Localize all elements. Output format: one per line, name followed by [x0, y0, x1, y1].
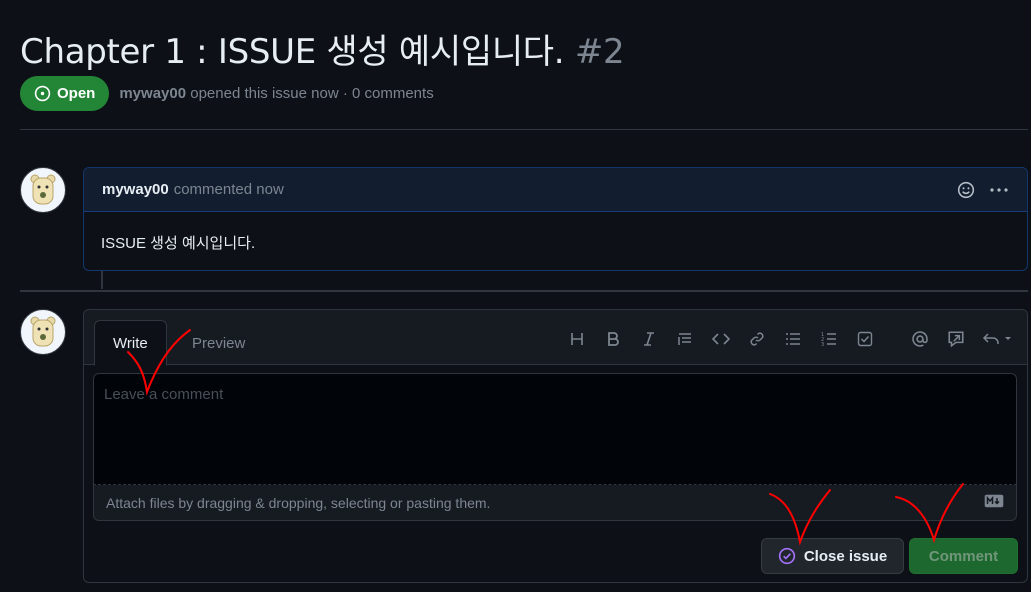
comment-time[interactable]: commented now [174, 181, 284, 198]
issue-meta: Open myway00 opened this issue now · 0 c… [20, 76, 434, 111]
markdown-icon[interactable] [984, 494, 1004, 511]
numbered-list-icon[interactable]: 123 [818, 328, 840, 350]
quote-icon[interactable] [674, 328, 696, 350]
close-issue-label: Close issue [803, 547, 888, 565]
tab-write[interactable]: Write [94, 320, 167, 366]
bulleted-list-icon[interactable] [782, 328, 804, 350]
comment-button[interactable]: Comment [909, 538, 1018, 574]
heading-icon[interactable] [566, 328, 588, 350]
bold-icon[interactable] [602, 328, 624, 350]
new-comment-editor: Write Preview 123 Attach files by draggi… [83, 309, 1028, 583]
tab-preview[interactable]: Preview [174, 320, 263, 366]
current-user-avatar[interactable] [20, 309, 66, 355]
task-list-icon[interactable] [854, 328, 876, 350]
reference-icon[interactable] [945, 328, 967, 350]
issue-number: #2 [574, 32, 625, 72]
status-badge-label: Open [57, 85, 96, 102]
bear-avatar-icon [30, 174, 56, 205]
timeline-connector [101, 271, 103, 289]
issue-title-text: Chapter 1 : ISSUE 생성 예시입니다. [20, 32, 565, 72]
link-icon[interactable] [746, 328, 768, 350]
bear-avatar-icon [30, 316, 56, 347]
comment-actions [957, 181, 1009, 199]
smiley-icon[interactable] [957, 181, 975, 199]
close-issue-button[interactable]: Close issue [761, 538, 904, 574]
avatar[interactable] [20, 167, 66, 213]
reply-icon[interactable] [981, 328, 1015, 350]
attach-files-text: Attach files by dragging & dropping, sel… [106, 494, 491, 511]
comment-card: myway00 commented now ISSUE 생성 예시입니다. [83, 167, 1028, 271]
timeline-divider [20, 290, 1028, 292]
header-divider [20, 129, 1028, 130]
svg-text:3: 3 [821, 342, 824, 347]
status-badge: Open [20, 76, 110, 111]
editor-tabbar: Write Preview 123 [84, 310, 1027, 366]
comment-textarea[interactable] [93, 373, 1017, 485]
kebab-horizontal-icon[interactable] [989, 181, 1009, 199]
issue-opened-text: opened this issue now · 0 comments [190, 85, 434, 102]
editor-extra-tools [909, 328, 1015, 350]
italic-icon[interactable] [638, 328, 660, 350]
attach-files-bar[interactable]: Attach files by dragging & dropping, sel… [93, 485, 1017, 521]
issue-meta-text: myway00 opened this issue now · 0 commen… [119, 85, 433, 102]
formatting-toolbar: 123 [566, 328, 876, 350]
issue-author-link[interactable]: myway00 [119, 85, 186, 102]
issue-closed-icon [778, 547, 795, 565]
comment-body: ISSUE 생성 예시입니다. [101, 235, 256, 252]
mention-icon[interactable] [909, 328, 931, 350]
issue-title: Chapter 1 : ISSUE 생성 예시입니다. #2 [20, 24, 625, 73]
code-icon[interactable] [710, 328, 732, 350]
comment-author-link[interactable]: myway00 [102, 181, 169, 198]
comment-header: myway00 commented now [84, 168, 1027, 212]
issue-open-icon [34, 85, 51, 102]
comment-button-label: Comment [928, 547, 999, 565]
